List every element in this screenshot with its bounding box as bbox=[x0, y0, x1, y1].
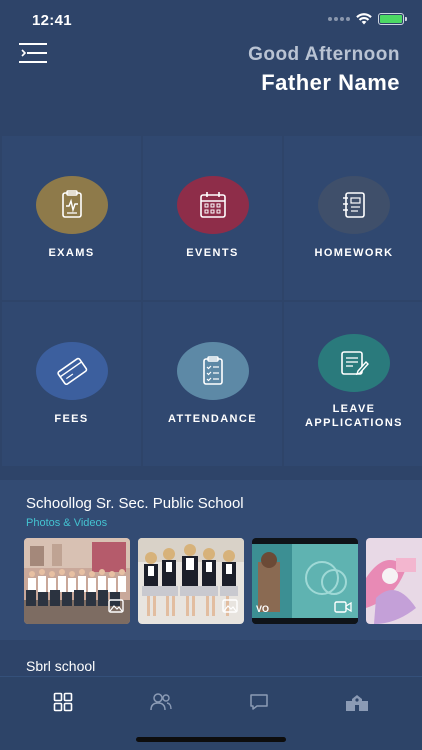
menu-icon bbox=[19, 43, 47, 63]
status-bar: 12:41 bbox=[0, 0, 422, 40]
grid-icon bbox=[53, 692, 73, 712]
nav-school[interactable] bbox=[342, 691, 372, 713]
tile-fees[interactable]: FEES bbox=[2, 302, 141, 466]
document-edit-icon bbox=[341, 351, 369, 376]
card-icon-circle bbox=[35, 342, 108, 400]
user-name: Father Name bbox=[261, 70, 400, 95]
tile-label-exams: EXAMS bbox=[48, 247, 95, 259]
media-strip[interactable]: VO bbox=[24, 538, 422, 624]
feature-grid: EXAMS EVENTS HOMEWORK FEES ATTENDANCE LE… bbox=[2, 136, 422, 466]
school-card[interactable]: Schoollog Sr. Sec. Public School Photos … bbox=[0, 480, 422, 640]
media-thumb[interactable] bbox=[24, 538, 130, 624]
image-icon bbox=[108, 599, 124, 618]
calendar-icon-circle bbox=[176, 176, 249, 234]
media-thumb[interactable] bbox=[366, 538, 422, 624]
clipboard-icon bbox=[202, 356, 223, 385]
photo-flowers bbox=[366, 538, 422, 624]
tile-label-homework: HOMEWORK bbox=[314, 247, 394, 259]
users-icon bbox=[150, 693, 172, 711]
greeting: Good Afternoon Father Name bbox=[248, 44, 400, 96]
document-edit-icon-circle bbox=[318, 334, 390, 392]
tile-events[interactable]: EVENTS bbox=[143, 136, 282, 300]
tile-homework[interactable]: HOMEWORK bbox=[284, 136, 422, 300]
exam-icon bbox=[61, 190, 82, 218]
school-media-subtitle: Photos & Videos bbox=[26, 517, 108, 529]
tile-label-attendance: ATTENDANCE bbox=[168, 413, 257, 425]
media-thumb[interactable] bbox=[138, 538, 244, 624]
card-icon bbox=[56, 357, 87, 385]
notebook-icon bbox=[343, 192, 365, 218]
tile-leave-applications[interactable]: LEAVE APPLICATIONS bbox=[284, 302, 422, 466]
media-thumb[interactable]: VO bbox=[252, 538, 358, 624]
nav-people[interactable] bbox=[146, 691, 176, 713]
battery-icon bbox=[378, 13, 407, 25]
school-name-secondary[interactable]: Sbrl school bbox=[26, 658, 95, 674]
image-icon bbox=[222, 599, 238, 618]
nav-dashboard[interactable] bbox=[48, 691, 78, 713]
menu-button[interactable] bbox=[18, 42, 48, 64]
status-icons bbox=[328, 13, 407, 25]
tile-label-fees: FEES bbox=[54, 413, 89, 425]
tile-label-events: EVENTS bbox=[186, 247, 239, 259]
wifi-icon bbox=[356, 13, 372, 25]
home-indicator bbox=[136, 737, 286, 742]
svg-text:VO: VO bbox=[256, 604, 269, 614]
exam-icon-circle bbox=[35, 176, 108, 234]
tile-attendance[interactable]: ATTENDANCE bbox=[143, 302, 282, 466]
school-name: Schoollog Sr. Sec. Public School bbox=[26, 495, 244, 512]
notebook-icon-circle bbox=[318, 176, 390, 234]
calendar-icon bbox=[199, 192, 226, 218]
school-icon bbox=[346, 695, 368, 711]
chat-icon bbox=[250, 694, 268, 710]
status-time: 12:41 bbox=[32, 12, 72, 29]
tile-exams[interactable]: EXAMS bbox=[2, 136, 141, 300]
signal-icon bbox=[328, 17, 350, 21]
greeting-text: Good Afternoon bbox=[248, 44, 400, 65]
tile-label-leave-applications: LEAVE APPLICATIONS bbox=[305, 403, 403, 429]
clipboard-icon-circle bbox=[176, 342, 249, 400]
bottom-nav bbox=[0, 676, 422, 750]
video-icon bbox=[334, 600, 352, 618]
nav-chat[interactable] bbox=[244, 691, 274, 713]
